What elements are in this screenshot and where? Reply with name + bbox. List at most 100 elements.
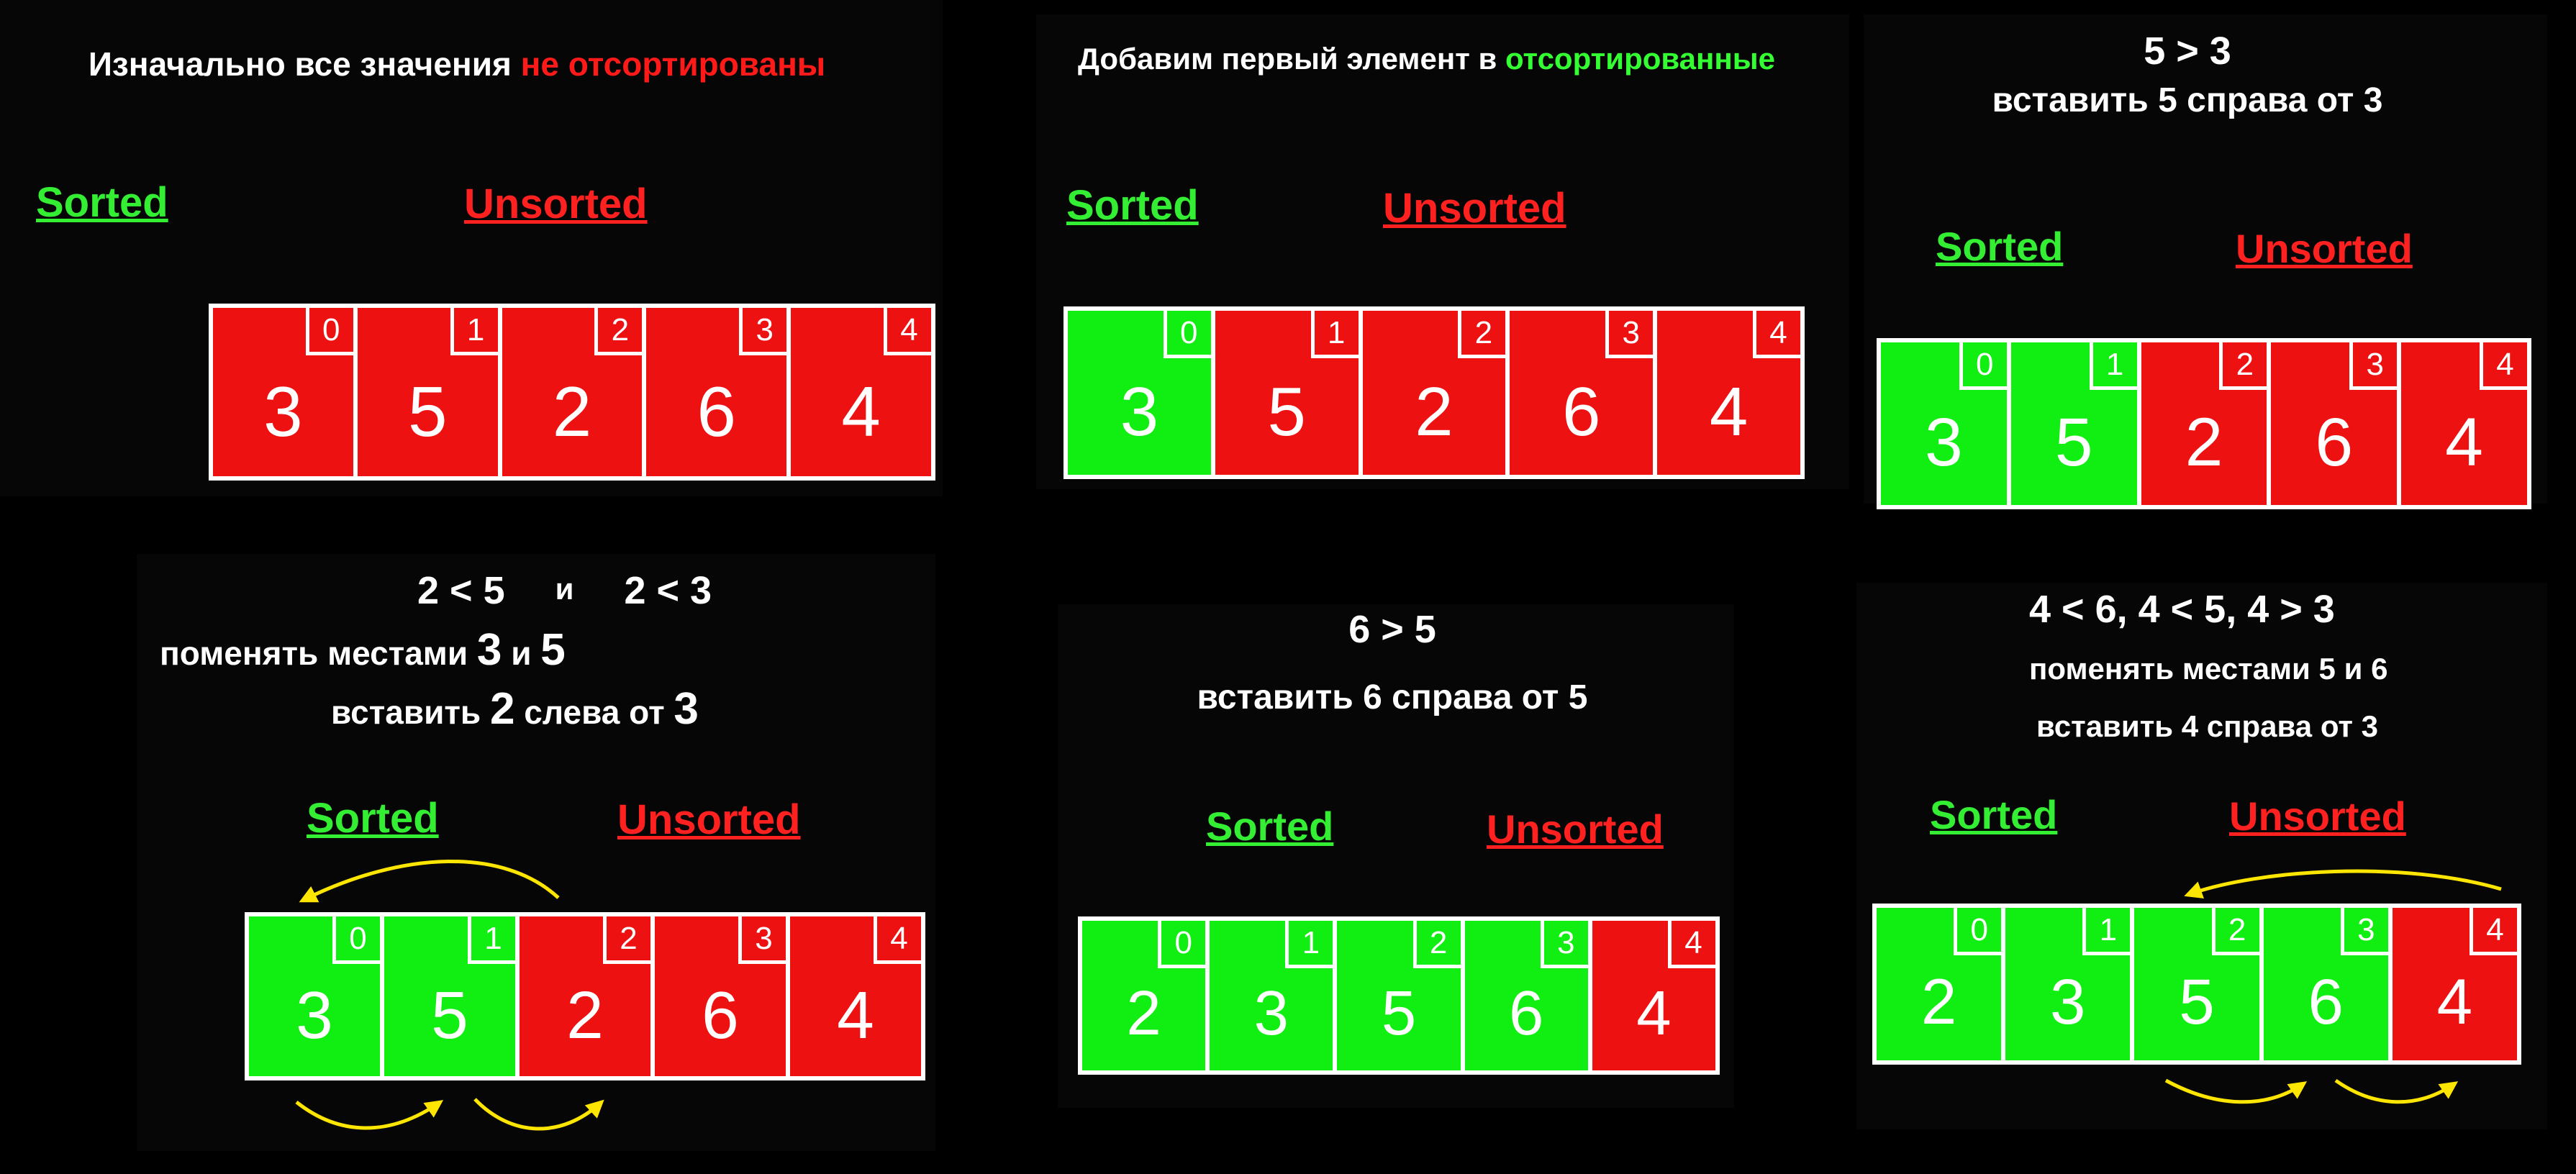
- array-cell: 51: [1215, 311, 1363, 475]
- sorted-label: Sorted: [1066, 182, 1199, 229]
- cell-index: 0: [1158, 921, 1206, 968]
- cell-value: 6: [2308, 965, 2344, 1038]
- cell-value: 5: [431, 977, 468, 1052]
- cell-value: 6: [1509, 978, 1544, 1048]
- cell-index: 0: [305, 308, 353, 355]
- array-cell: 22: [520, 916, 655, 1076]
- sorted-label: Sorted: [1936, 224, 2064, 269]
- unsorted-label: Unsorted: [2236, 226, 2413, 271]
- step-3-line-1: 6 > 5: [1348, 608, 1436, 651]
- array-cell: 52: [1337, 921, 1465, 1070]
- panel-step-3: 6 > 5 вставить 6 справа от 5 Sorted Unso…: [1058, 604, 1734, 1108]
- unsorted-label: Unsorted: [464, 181, 648, 227]
- step-2-line-3-d: 3: [674, 684, 699, 734]
- cell-value: 2: [552, 372, 592, 452]
- cell-value: 4: [1636, 978, 1672, 1048]
- cell-value: 3: [1924, 404, 1963, 481]
- cell-index: 0: [332, 916, 380, 964]
- sorted-label: Sorted: [307, 795, 439, 842]
- cell-value: 2: [2185, 404, 2223, 481]
- array-cell: 20: [1082, 921, 1210, 1070]
- array-cell: 44: [791, 308, 931, 476]
- sorted-label: Sorted: [1206, 804, 1334, 849]
- cell-index: 3: [2349, 342, 2398, 390]
- array: 2031526344: [1078, 916, 1720, 1075]
- array: 3051226344: [209, 304, 935, 481]
- cell-value: 6: [702, 977, 739, 1052]
- cell-value: 3: [2050, 965, 2086, 1038]
- step-4-line-2: поменять местами 5 и 6: [2029, 652, 2388, 686]
- array-cell: 31: [2005, 908, 2135, 1060]
- array-cell: 63: [1510, 311, 1658, 475]
- step-4-line-1: 4 < 6, 4 < 5, 4 > 3: [2029, 588, 2335, 631]
- panel-step-1: 5 > 3 вставить 5 справа от 3 Sorted Unso…: [1864, 14, 2547, 509]
- unsorted-label: Unsorted: [1487, 806, 1664, 852]
- array-cell: 63: [2271, 342, 2402, 505]
- cell-value: 3: [1120, 373, 1159, 451]
- sorted-label: Sorted: [1930, 792, 2058, 837]
- step-1-line-2: вставить 5 справа от 3: [1992, 81, 2383, 119]
- array-cell: 51: [2010, 342, 2141, 505]
- cell-index: 4: [1668, 921, 1716, 968]
- cell-index: 3: [1605, 311, 1654, 358]
- panel-step-4: 4 < 6, 4 < 5, 4 > 3 поменять местами 5 и…: [1856, 583, 2547, 1129]
- cell-index: 1: [450, 308, 498, 355]
- cell-index: 4: [1752, 311, 1800, 358]
- sorted-label: Sorted: [36, 179, 168, 226]
- cell-index: 3: [739, 308, 787, 355]
- array-cell: 63: [655, 916, 790, 1076]
- cell-value: 5: [2179, 965, 2215, 1038]
- array: 3051226344: [1877, 338, 2531, 509]
- caption-green-text: отсортированные: [1505, 42, 1775, 76]
- panel-initial: Изначально все значения не отсортированы…: [0, 0, 943, 496]
- cell-index: 3: [738, 916, 786, 964]
- cell-value: 5: [1267, 373, 1306, 451]
- array-cell: 51: [357, 308, 502, 476]
- cell-index: 1: [468, 916, 515, 964]
- cell-value: 3: [296, 977, 333, 1052]
- step-2-line-2-b: 3: [476, 625, 502, 675]
- step-2-line-1: 2 < 5 и 2 < 3: [417, 568, 935, 613]
- cell-index: 2: [1412, 921, 1461, 968]
- step-2-line-1-c: 2 < 3: [624, 569, 712, 612]
- cell-value: 2: [1126, 978, 1161, 1048]
- array: 3051226344: [245, 912, 925, 1080]
- array-cell: 52: [2134, 908, 2264, 1060]
- step-4-line-3: вставить 4 справа от 3: [2036, 709, 2379, 743]
- cell-index: 0: [1954, 908, 2002, 955]
- cell-value: 5: [407, 372, 448, 452]
- step-2-line-3: вставить 2 слева от 3: [331, 683, 935, 734]
- cell-index: 2: [603, 916, 650, 964]
- cell-value: 4: [841, 372, 881, 452]
- array-cell: 30: [1881, 342, 2011, 505]
- array-cell: 44: [2401, 342, 2527, 505]
- array-cell: 30: [1068, 311, 1215, 475]
- step-3-line-2: вставить 6 справа от 5: [1197, 678, 1588, 716]
- caption-white-text: Изначально все значения: [88, 45, 521, 83]
- panel-initial-caption: Изначально все значения не отсортированы: [0, 45, 943, 83]
- step-2-line-3-a: вставить: [331, 693, 490, 731]
- cell-value: 5: [1381, 978, 1417, 1048]
- step-2-line-2: поменять местами 3 и 5: [160, 624, 935, 675]
- cell-index: 3: [1540, 921, 1588, 968]
- array-cell: 30: [249, 916, 384, 1076]
- cell-index: 4: [2470, 908, 2518, 955]
- panel-first-sorted-caption: Добавим первый элемент в отсортированные: [1078, 42, 1849, 76]
- array-cell: 51: [384, 916, 520, 1076]
- cell-value: 5: [2054, 404, 2093, 481]
- cell-index: 4: [2479, 342, 2527, 390]
- array: 3051226344: [1063, 306, 1805, 479]
- cell-value: 2: [1415, 373, 1453, 451]
- cell-value: 4: [837, 977, 874, 1052]
- cell-index: 2: [594, 308, 643, 355]
- array-cell: 31: [1210, 921, 1338, 1070]
- array-cell: 44: [1657, 311, 1800, 475]
- cell-index: 3: [2340, 908, 2388, 955]
- cell-value: 4: [1709, 373, 1749, 451]
- unsorted-label: Unsorted: [2229, 793, 2406, 839]
- cell-index: 1: [1285, 921, 1333, 968]
- panel-first-sorted: Добавим первый элемент в отсортированные…: [1036, 14, 1849, 489]
- array-cell: 63: [2263, 908, 2393, 1060]
- cell-value: 6: [697, 372, 737, 452]
- panel-step-2: 2 < 5 и 2 < 3 поменять местами 3 и 5 встав…: [137, 554, 935, 1151]
